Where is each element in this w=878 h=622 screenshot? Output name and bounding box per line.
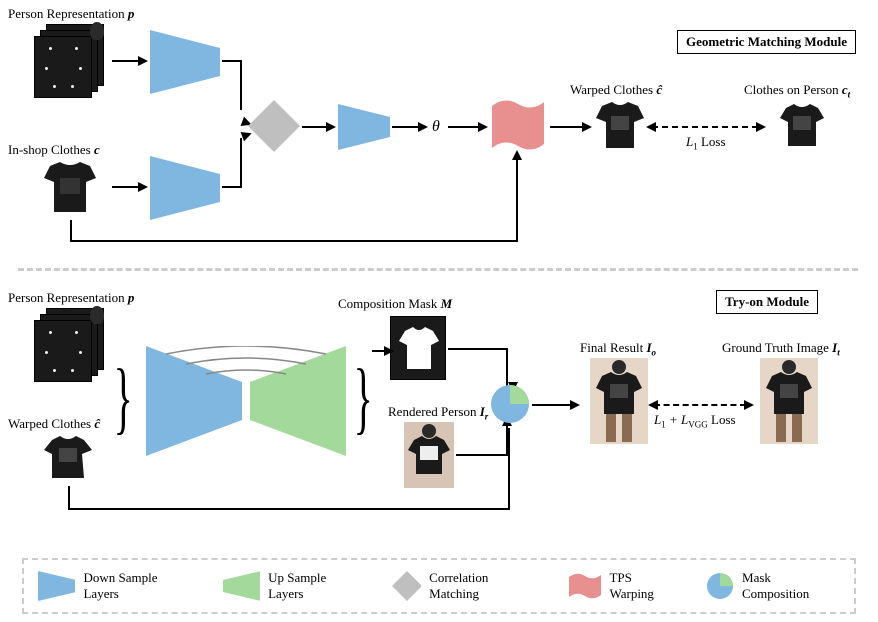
person-rep-label-2: Person Representation p [8, 290, 134, 306]
downsample-block-bottom [150, 156, 220, 220]
composition-mask-label: Composition Mask M [338, 296, 452, 312]
legend-correlation: Correlation Matching [392, 570, 540, 602]
module-divider [18, 268, 858, 271]
person-rep-label: Person Representation p [8, 6, 134, 22]
legend-downsample: Down Sample Layers [38, 570, 195, 602]
theta-label: θ [432, 118, 440, 136]
composition-mask-image [390, 316, 446, 380]
legend: Down Sample Layers Up Sample Layers Corr… [22, 558, 856, 614]
tryon-module-title: Try-on Module [716, 290, 818, 314]
tps-icon [568, 571, 602, 601]
mask-composition-block [490, 384, 530, 424]
upsample-icon [223, 571, 260, 601]
ground-truth-image [760, 358, 818, 444]
tps-warping-block [490, 96, 546, 154]
warped-clothes-label: Warped Clothes ĉ [570, 82, 662, 98]
combined-loss-label: L1 + LVGG Loss [654, 412, 736, 430]
input-brace-icon: } [114, 358, 133, 438]
legend-mask-composition: Mask Composition [706, 570, 840, 602]
final-result-label: Final Result Io [580, 340, 656, 358]
mask-composition-icon [706, 572, 734, 600]
output-brace-icon: } [354, 358, 373, 438]
warped-tshirt-icon-2 [42, 434, 94, 482]
l1-loss-label: L1 Loss [686, 134, 726, 152]
legend-upsample: Up Sample Layers [223, 570, 364, 602]
clothes-on-person-label: Clothes on Person ct [744, 82, 850, 100]
ground-truth-label: Ground Truth Image It [722, 340, 840, 358]
downsample-icon [38, 571, 75, 601]
warped-tshirt-icon [594, 100, 646, 152]
inshop-tshirt-icon [40, 160, 100, 218]
final-result-image [590, 358, 648, 444]
rendered-person-image [404, 422, 454, 488]
correlation-icon [392, 571, 422, 601]
inshop-clothes-label: In-shop Clothes c [8, 142, 100, 158]
geometric-matching-module-title: Geometric Matching Module [677, 30, 856, 54]
clothes-on-person-tshirt-icon [778, 102, 826, 150]
legend-tps: TPS Warping [568, 570, 678, 602]
encoder-decoder-block [146, 346, 346, 456]
correlation-matching-block [248, 100, 300, 152]
rendered-person-label: Rendered Person Ir [388, 404, 488, 422]
downsample-block-top [150, 30, 220, 94]
downsample-block-small [338, 104, 390, 150]
warped-clothes-label-2: Warped Clothes ĉ [8, 416, 100, 432]
